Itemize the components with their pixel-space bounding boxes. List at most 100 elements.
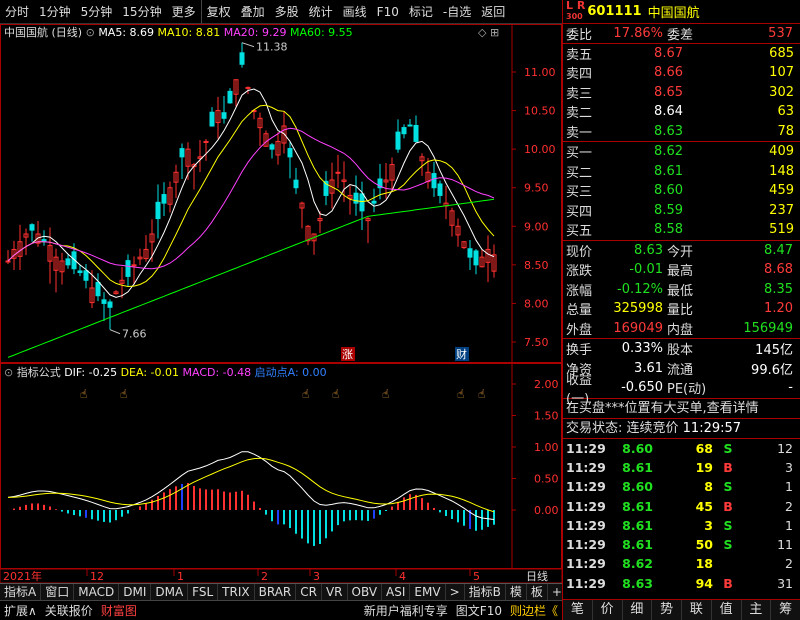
promo-tab-2[interactable]: 则边栏《 bbox=[506, 602, 562, 619]
level-volume: 409 bbox=[769, 144, 794, 160]
quote-tab-0[interactable]: 笔 bbox=[563, 600, 593, 620]
level-row[interactable]: 买一 8.62 409 bbox=[563, 142, 800, 162]
indicator-tab-2[interactable]: MACD bbox=[74, 584, 120, 600]
ext-tab-1[interactable]: 关联报价 bbox=[41, 602, 97, 619]
toolbar-item-3[interactable]: 15分钟 bbox=[117, 0, 166, 24]
promo-tab-1[interactable]: 图文F10 bbox=[452, 602, 506, 619]
tick-row: 11:29 8.61 50 S 11 bbox=[563, 535, 800, 554]
toolbar-item-6[interactable]: 叠加 bbox=[236, 0, 270, 24]
level-volume: 302 bbox=[769, 84, 794, 100]
level-price: 8.65 bbox=[654, 84, 683, 100]
kline-chart[interactable]: 11.0010.5010.009.509.008.508.007.5011.38… bbox=[0, 24, 562, 583]
tick-count: 11 bbox=[777, 537, 793, 553]
level-row[interactable]: 卖五 8.67 685 bbox=[563, 44, 800, 64]
ext-tab-0[interactable]: 扩展∧ bbox=[0, 602, 41, 619]
stat-row: 外盘 169049 内盘 156949 bbox=[563, 319, 800, 339]
indicator-tab-7[interactable]: BRAR bbox=[255, 584, 297, 600]
indicator-tab-11[interactable]: ASI bbox=[382, 584, 411, 600]
toolbar-item-12[interactable]: -自选 bbox=[438, 0, 476, 24]
price-tick-label: 8.00 bbox=[524, 297, 549, 310]
tick-count: 1 bbox=[785, 479, 793, 495]
indicator-tab-9[interactable]: VR bbox=[322, 584, 348, 600]
candle-body bbox=[95, 281, 101, 297]
level-row[interactable]: 买四 8.59 237 bbox=[563, 201, 800, 221]
toolbar-item-1[interactable]: 1分钟 bbox=[34, 0, 76, 24]
candle-body bbox=[125, 260, 131, 277]
tick-side: B bbox=[723, 575, 733, 591]
indicator-tab-12[interactable]: EMV bbox=[410, 584, 446, 600]
toolbar-item-2[interactable]: 5分钟 bbox=[76, 0, 118, 24]
tick-side: S bbox=[723, 517, 733, 533]
indicator-tab-16[interactable]: 板 bbox=[527, 584, 548, 600]
indicator-tab-4[interactable]: DMA bbox=[151, 584, 189, 600]
indicator-tab-5[interactable]: FSL bbox=[188, 584, 219, 600]
indicator-tab-6[interactable]: TRIX bbox=[218, 584, 255, 600]
stat-label: 总量 bbox=[566, 303, 593, 319]
level-row[interactable]: 卖二 8.64 63 bbox=[563, 102, 800, 122]
stock-name: 中国国航 bbox=[647, 6, 700, 21]
signal-hand-icon: ☝ bbox=[302, 387, 309, 401]
toolbar-item-7[interactable]: 多股 bbox=[270, 0, 304, 24]
signal-hand-icon: ☝ bbox=[382, 387, 389, 401]
stat-value-2: 145亿 bbox=[755, 343, 793, 359]
tick-row: 11:29 8.61 3 S 1 bbox=[563, 516, 800, 535]
level-row[interactable]: 卖一 8.63 78 bbox=[563, 122, 800, 142]
level-label: 卖三 bbox=[566, 86, 593, 102]
indicator-tab-14[interactable]: 指标B bbox=[465, 584, 506, 600]
toolbar-item-10[interactable]: F10 bbox=[372, 0, 404, 24]
macd-tick-label: 0.00 bbox=[534, 504, 559, 517]
stat-row: 收益(一) -0.650 PE(动) - bbox=[563, 373, 800, 407]
promo-tab-0[interactable]: 新用户福利专享 bbox=[360, 602, 452, 619]
level-row[interactable]: 买三 8.60 459 bbox=[563, 181, 800, 201]
year-label: 2021年 bbox=[3, 569, 42, 583]
signal-hand-icon: ☝ bbox=[120, 387, 127, 401]
lr-badge[interactable]: L R 300 bbox=[566, 0, 585, 22]
toolbar-item-5[interactable]: 复权 bbox=[200, 0, 236, 24]
indicator-tab-1[interactable]: 窗口 bbox=[41, 584, 75, 600]
level-row[interactable]: 卖三 8.65 302 bbox=[563, 83, 800, 103]
quote-bottom-tabs: 笔价细势联值主筹 bbox=[563, 599, 800, 620]
quote-tab-1[interactable]: 价 bbox=[593, 600, 623, 620]
toolbar-item-0[interactable]: 分时 bbox=[0, 0, 34, 24]
tick-price: 8.63 bbox=[622, 575, 653, 591]
candle-body bbox=[413, 124, 419, 142]
tick-count: 3 bbox=[785, 459, 793, 475]
quote-tab-7[interactable]: 筹 bbox=[771, 600, 800, 620]
tick-price: 8.61 bbox=[622, 517, 653, 533]
indicator-tab-13[interactable]: > bbox=[446, 584, 465, 600]
toolbar-item-13[interactable]: 返回 bbox=[476, 0, 510, 24]
quote-tab-4[interactable]: 联 bbox=[682, 600, 712, 620]
indicator-tab-0[interactable]: 指标A bbox=[0, 584, 42, 600]
stat-row: 总量 325998 量比 1.20 bbox=[563, 299, 800, 319]
indicator-tab-8[interactable]: CR bbox=[296, 584, 322, 600]
quote-tab-3[interactable]: 势 bbox=[652, 600, 682, 620]
indicator-tab-3[interactable]: DMI bbox=[119, 584, 152, 600]
toolbar-item-8[interactable]: 统计 bbox=[304, 0, 338, 24]
tick-count: 1 bbox=[785, 517, 793, 533]
chart-controls-icon: ◇ ⊞ bbox=[478, 26, 499, 39]
tick-price: 8.60 bbox=[622, 440, 653, 456]
candle-body bbox=[77, 270, 83, 274]
level-row[interactable]: 买二 8.61 148 bbox=[563, 162, 800, 182]
candle-body bbox=[245, 86, 251, 89]
quote-tab-2[interactable]: 细 bbox=[623, 600, 653, 620]
toolbar-item-4[interactable]: 更多 bbox=[167, 0, 201, 24]
quote-tab-6[interactable]: 主 bbox=[742, 600, 772, 620]
stat-value-2: 99.6亿 bbox=[751, 362, 793, 378]
macd-header: ⊙ 指标公式 DIF: -0.25 DEA: -0.01 MACD: -0.48… bbox=[4, 365, 327, 379]
candle-body bbox=[209, 111, 215, 127]
candle-body bbox=[29, 224, 35, 231]
month-label: 12 bbox=[90, 570, 104, 583]
indicator-tab-10[interactable]: OBV bbox=[348, 584, 383, 600]
level-row[interactable]: 买五 8.58 519 bbox=[563, 220, 800, 240]
candle-body bbox=[107, 301, 113, 308]
ext-tab-2[interactable]: 财富图 bbox=[97, 602, 141, 619]
toolbar-item-9[interactable]: 画线 bbox=[338, 0, 372, 24]
macd-tick-label: 0.50 bbox=[534, 473, 559, 486]
tick-row: 11:29 8.62 18 2 bbox=[563, 554, 800, 573]
quote-tab-5[interactable]: 值 bbox=[712, 600, 742, 620]
toolbar-item-11[interactable]: 标记 bbox=[404, 0, 438, 24]
indicator-tab-15[interactable]: 模 bbox=[506, 584, 527, 600]
level-row[interactable]: 卖四 8.66 107 bbox=[563, 63, 800, 83]
big-order-message[interactable]: 在买盘***位置有大买单,查看详情 bbox=[563, 399, 800, 419]
